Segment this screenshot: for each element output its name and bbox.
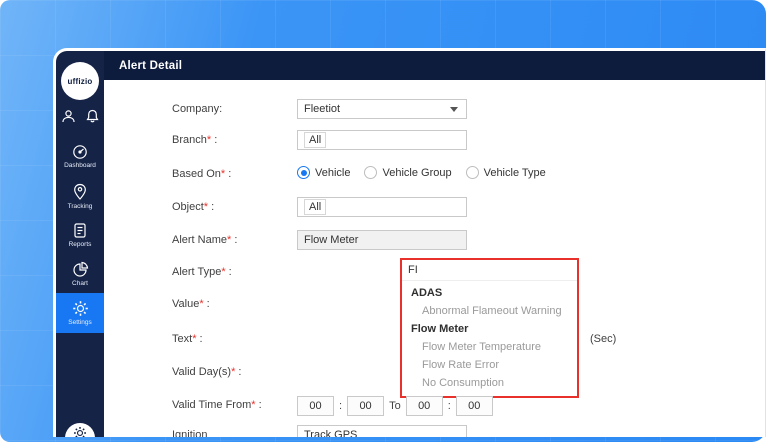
time-to-label: To <box>389 400 401 412</box>
field-row-branch: Branch* : All <box>104 130 765 152</box>
window-titlebar: Alert Detail <box>104 51 765 80</box>
logo[interactable]: uffizio <box>61 62 99 100</box>
object-input[interactable]: All <box>297 197 467 217</box>
radio-vehicle-type[interactable]: Vehicle Type <box>465 166 546 179</box>
chevron-down-icon <box>450 106 458 112</box>
radio-unselected-icon <box>364 166 378 179</box>
alert-type-input[interactable]: FI <box>402 260 577 281</box>
sidebar-item-label: Chart <box>72 280 88 287</box>
radio-unselected-icon <box>465 166 479 179</box>
time-to-minute-input[interactable]: 00 <box>455 396 493 416</box>
company-select-value: Fleetiot <box>304 103 341 115</box>
settings-gear-icon <box>72 300 89 317</box>
alert-name-label: Alert Name* : <box>172 234 238 246</box>
bottom-settings-bubble[interactable] <box>65 423 95 437</box>
value-label: Value* : <box>172 298 210 310</box>
field-row-company: Company: Fleetiot <box>104 99 765 121</box>
alert-name-input[interactable]: Flow Meter <box>297 230 467 250</box>
tracking-pin-icon <box>72 183 88 201</box>
field-row-based-on: Based On* : Vehicle Vehicle Group Vehicl… <box>104 164 765 186</box>
sidebar-item-chart[interactable]: Chart <box>56 261 104 287</box>
radio-vehicle-group[interactable]: Vehicle Group <box>364 166 452 179</box>
gear-icon <box>73 426 87 437</box>
branch-token[interactable]: All <box>304 132 327 148</box>
field-row-value: Value* : <box>104 294 765 316</box>
sidebar-item-label: Settings <box>68 319 92 326</box>
sidebar-item-label: Tracking <box>67 203 93 210</box>
field-row-object: Object* : All <box>104 197 765 219</box>
sidebar: uffizio Dashboard Tracking Reports Chart… <box>56 51 104 437</box>
field-row-alert-name: Alert Name* : Flow Meter <box>104 230 765 252</box>
chart-pie-icon <box>72 261 89 278</box>
text-label: Text* : <box>172 333 203 345</box>
field-row-valid-time: Valid Time From* : 00 : 00 To 00 : 00 <box>104 395 765 417</box>
alert-type-label: Alert Type* : <box>172 266 232 278</box>
user-icon[interactable] <box>60 108 77 125</box>
sidebar-item-reports[interactable]: Reports <box>56 222 104 248</box>
company-select[interactable]: Fleetiot <box>297 99 467 119</box>
ignition-label: Ignition <box>172 429 208 437</box>
sidebar-item-dashboard[interactable]: Dashboard <box>56 144 104 169</box>
object-token[interactable]: All <box>304 199 327 215</box>
logo-text: uffizio <box>67 76 93 86</box>
sidebar-item-settings[interactable]: Settings <box>56 293 104 333</box>
time-separator: : <box>339 400 343 412</box>
time-separator: : <box>447 400 451 412</box>
time-to-hour-input[interactable]: 00 <box>405 396 443 416</box>
reports-document-icon <box>72 222 88 239</box>
page-title: Alert Detail <box>119 59 183 72</box>
based-on-label: Based On* : <box>172 168 232 180</box>
time-from-minute-input[interactable]: 00 <box>347 396 385 416</box>
field-row-valid-days: Valid Day(s)* : <box>104 362 765 384</box>
sidebar-item-label: Reports <box>68 241 92 248</box>
valid-time-label: Valid Time From* : <box>172 399 262 411</box>
dashboard-gauge-icon <box>71 144 89 160</box>
valid-days-label: Valid Day(s)* : <box>172 366 242 378</box>
object-label: Object* : <box>172 201 215 213</box>
time-from-hour-input[interactable]: 00 <box>297 396 334 416</box>
radio-selected-icon <box>297 166 310 179</box>
branch-label: Branch* : <box>172 134 218 146</box>
company-label: Company: <box>172 103 223 115</box>
sidebar-item-tracking[interactable]: Tracking <box>56 183 104 210</box>
field-row-text: Text* : (Sec) <box>104 329 765 351</box>
app-window: uffizio Dashboard Tracking Reports Chart… <box>53 48 766 437</box>
seconds-unit-label: (Sec) <box>590 333 617 345</box>
branch-input[interactable]: All <box>297 130 467 150</box>
ignition-input[interactable]: Track GPS <box>297 425 467 437</box>
sidebar-item-label: Dashboard <box>64 162 96 169</box>
alert-detail-form: Company: Fleetiot Branch* : All Based On… <box>104 80 765 437</box>
screen: uffizio Dashboard Tracking Reports Chart… <box>0 0 768 442</box>
radio-vehicle[interactable]: Vehicle <box>297 166 350 179</box>
bell-icon[interactable] <box>84 108 101 125</box>
field-row-ignition: Ignition Track GPS <box>104 425 765 437</box>
